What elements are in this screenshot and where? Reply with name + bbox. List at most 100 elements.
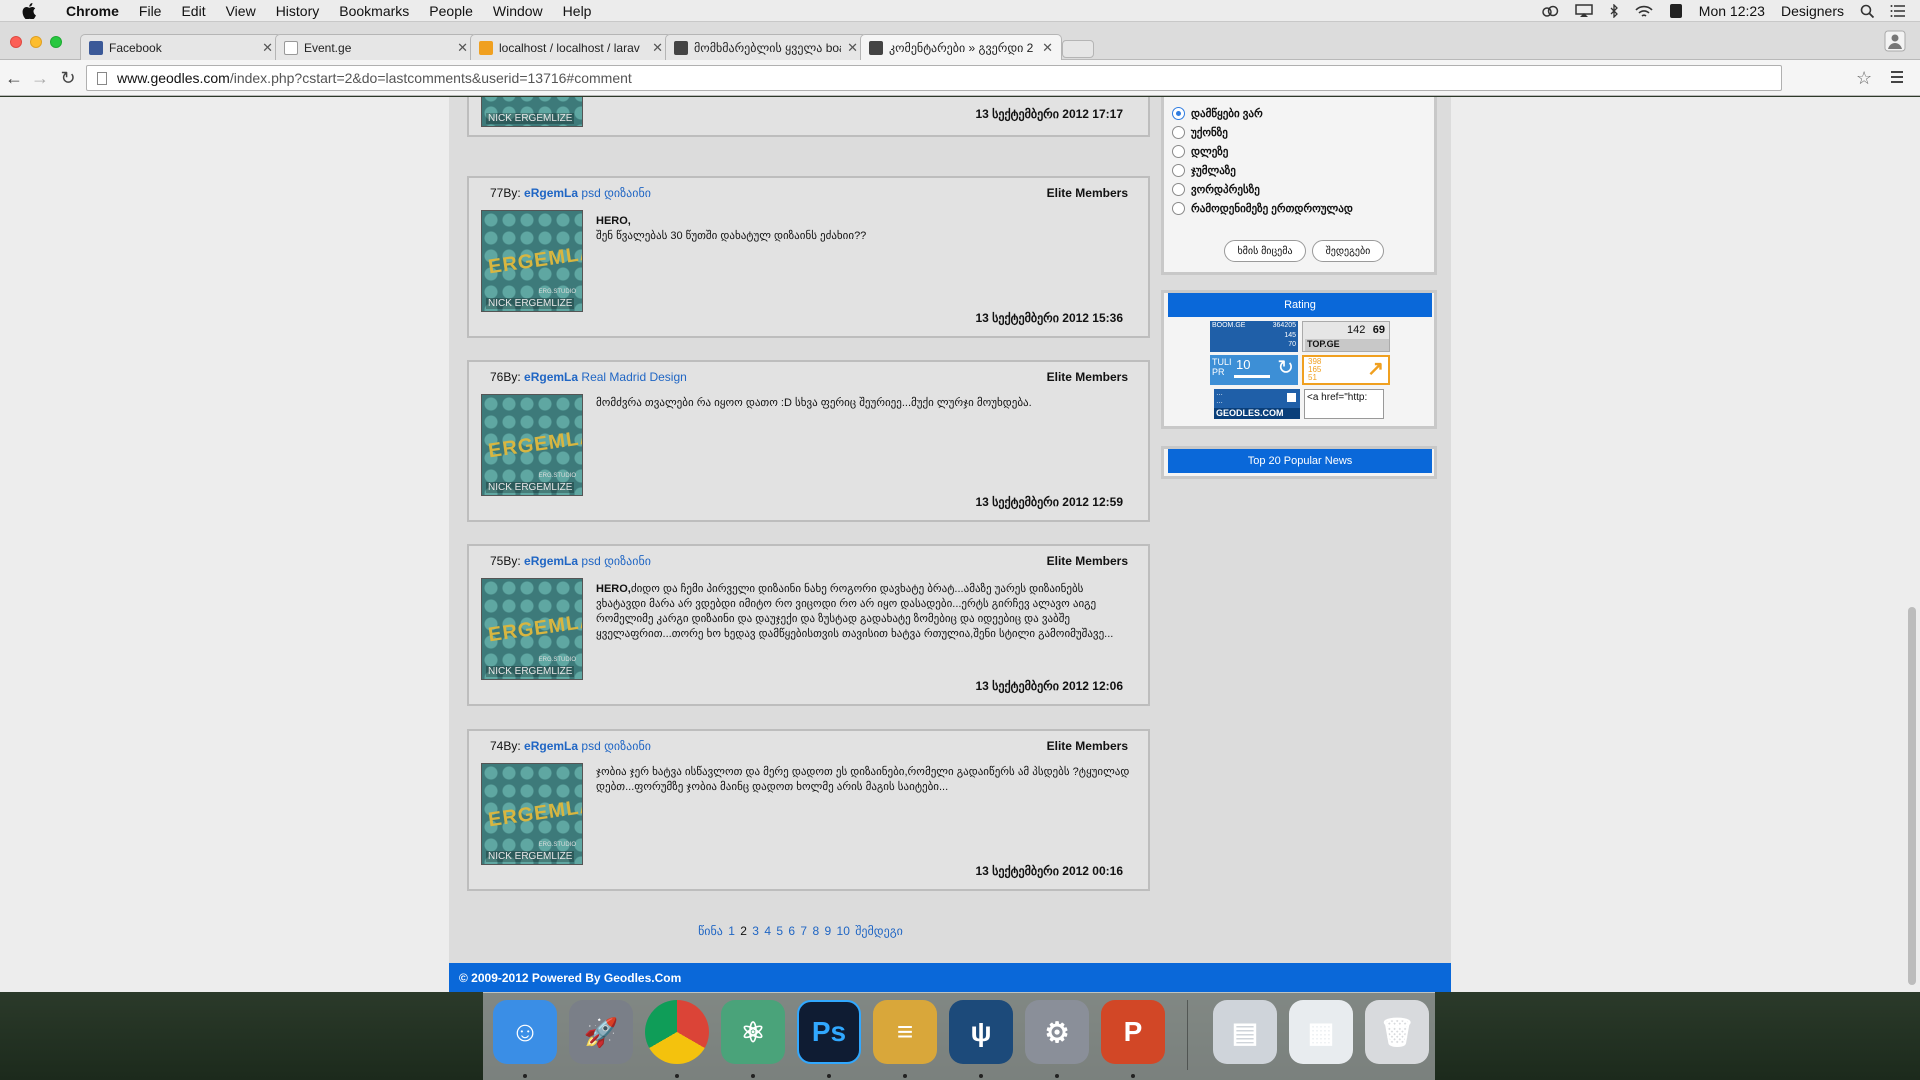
radio-button[interactable] <box>1172 145 1185 158</box>
tab-close-icon[interactable]: ✕ <box>652 40 663 56</box>
radio-button[interactable] <box>1172 126 1185 139</box>
vote-button[interactable]: ხმის მიცემა <box>1224 240 1306 262</box>
menu-view[interactable]: View <box>216 3 266 19</box>
avatar-name: NICK ERGEMLIZE <box>486 298 575 309</box>
powerpoint-dock-icon[interactable]: P <box>1101 1000 1165 1064</box>
spotlight-icon[interactable] <box>1852 4 1882 18</box>
photoshop-dock-icon[interactable]: Ps <box>797 1000 861 1064</box>
apple-icon[interactable] <box>20 2 38 20</box>
minimize-window-button[interactable] <box>30 36 42 48</box>
pager-page-link[interactable]: 5 <box>776 924 783 938</box>
address-bar[interactable]: www.geodles.com/index.php?cstart=2&do=la… <box>86 65 1782 91</box>
clock[interactable]: Mon 12:23 <box>1691 3 1773 19</box>
popular-news-header[interactable]: Top 20 Popular News <box>1168 449 1432 473</box>
maximize-window-button[interactable] <box>50 36 62 48</box>
comment-topic-link[interactable]: psd დიზაინი <box>581 554 651 568</box>
user-name[interactable]: Designers <box>1773 3 1852 19</box>
tab-close-icon[interactable]: ✕ <box>1042 40 1053 56</box>
top-ge-badge[interactable]: 142 69 TOP.GE <box>1302 321 1390 352</box>
avatar: ERGEMLA ERG.STUDIO NICK ERGEMLIZE <box>481 210 583 312</box>
creative-cloud-icon[interactable] <box>1533 5 1567 17</box>
launchpad-dock-icon[interactable]: 🚀 <box>569 1000 633 1064</box>
tab-comments[interactable]: კომენტარები » გვერდი 2 ✕ <box>860 34 1062 61</box>
poll-option[interactable]: დლეზე <box>1164 142 1434 161</box>
chrome-menu-icon[interactable] <box>1890 70 1904 84</box>
tab-close-icon[interactable]: ✕ <box>457 40 468 56</box>
pager-prev-link[interactable]: წინა <box>698 924 723 938</box>
menu-history[interactable]: History <box>266 3 330 19</box>
poll-option[interactable]: დამწყები ვარ <box>1164 104 1434 123</box>
comment-author-link[interactable]: eRgemLa <box>524 739 578 753</box>
pager-page-link[interactable]: 10 <box>837 924 850 938</box>
battery-icon[interactable] <box>1661 3 1691 19</box>
comment-topic-link[interactable]: psd დიზაინი <box>581 186 651 200</box>
comment-topic-link[interactable]: Real Madrid Design <box>581 370 686 384</box>
finder-dock-icon[interactable]: ☺ <box>493 1000 557 1064</box>
profile-icon[interactable] <box>1884 30 1906 52</box>
member-role: Elite Members <box>1046 554 1128 568</box>
menu-file[interactable]: File <box>129 3 172 19</box>
radio-button[interactable] <box>1172 164 1185 177</box>
comment-author-link[interactable]: eRgemLa <box>524 554 578 568</box>
tab-facebook[interactable]: Facebook ✕ <box>80 34 282 60</box>
tab-localhost[interactable]: localhost / localhost / larav ✕ <box>470 34 672 60</box>
radio-button[interactable] <box>1172 107 1185 120</box>
poll-option[interactable]: ვორდპრესზე <box>1164 180 1434 199</box>
menu-app-name[interactable]: Chrome <box>52 3 129 19</box>
archive-dock-icon[interactable]: ▤ <box>1213 1000 1277 1064</box>
chrome-dock-icon[interactable] <box>645 1000 709 1064</box>
pager-page-link[interactable]: 4 <box>764 924 771 938</box>
poll-option-label: დამწყები ვარ <box>1191 108 1263 120</box>
avatar-name: NICK ERGEMLIZE <box>486 666 575 677</box>
poll-option[interactable]: უქონზე <box>1164 123 1434 142</box>
notification-center-icon[interactable] <box>1882 5 1920 17</box>
system-preferences-dock-icon[interactable]: ⚙ <box>1025 1000 1089 1064</box>
boom-ge-badge[interactable]: BOOM.GE 364205 145 70 <box>1210 321 1298 352</box>
pager-page-link[interactable]: 3 <box>752 924 759 938</box>
tab-close-icon[interactable]: ✕ <box>847 40 858 56</box>
menu-people[interactable]: People <box>419 3 483 19</box>
radio-button[interactable] <box>1172 183 1185 196</box>
bookmark-star-icon[interactable]: ☆ <box>1856 68 1872 89</box>
menu-edit[interactable]: Edit <box>171 3 215 19</box>
counter-badge[interactable]: 398 165 51 ↗ <box>1302 355 1390 385</box>
tab-event-ge[interactable]: Event.ge ✕ <box>275 34 477 60</box>
menu-bookmarks[interactable]: Bookmarks <box>329 3 419 19</box>
poll-option[interactable]: ჯუმლაზე <box>1164 161 1434 180</box>
comment-topic-link[interactable]: psd დიზაინი <box>581 739 651 753</box>
forward-icon[interactable]: → <box>30 68 50 88</box>
comment-author-link[interactable]: eRgemLa <box>524 370 578 384</box>
tab-title: Facebook <box>109 40 162 55</box>
pager-page-link[interactable]: 7 <box>800 924 807 938</box>
back-icon[interactable]: ← <box>4 68 24 88</box>
tuli-pr-badge[interactable]: TULI PR 10 ↻ <box>1210 355 1298 385</box>
reload-icon[interactable]: ↻ <box>58 68 78 88</box>
trash-dock-icon[interactable]: 🗑 <box>1365 1000 1429 1064</box>
preview-dock-icon[interactable]: ▦ <box>1289 1000 1353 1064</box>
pager-page-link[interactable]: 6 <box>788 924 795 938</box>
tuli-pr-name: TULI PR <box>1212 357 1232 377</box>
new-tab-button[interactable] <box>1062 40 1094 58</box>
pager-page-link[interactable]: 9 <box>824 924 831 938</box>
pager-page-link[interactable]: 1 <box>728 924 735 938</box>
comment-author-link[interactable]: eRgemLa <box>524 186 578 200</box>
bluetooth-icon[interactable] <box>1601 4 1627 18</box>
tab-close-icon[interactable]: ✕ <box>262 40 273 56</box>
results-button[interactable]: შედეგები <box>1312 240 1384 262</box>
menu-help[interactable]: Help <box>553 3 602 19</box>
pager-page-link[interactable]: 8 <box>812 924 819 938</box>
wifi-icon[interactable] <box>1627 5 1661 18</box>
tab-user-boards[interactable]: მომხმარებლის ყველა boa ✕ <box>665 34 867 60</box>
poll-option[interactable]: რამოდენიმეზე ერთდროულად <box>1164 199 1434 218</box>
close-window-button[interactable] <box>10 36 22 48</box>
geodles-badge[interactable]: … … GEODLES.COM <box>1214 389 1300 419</box>
radio-button[interactable] <box>1172 202 1185 215</box>
badge-code-textarea[interactable]: <a href="http: <box>1304 389 1384 419</box>
menu-window[interactable]: Window <box>483 3 553 19</box>
sourcetree-dock-icon[interactable]: ψ <box>949 1000 1013 1064</box>
atom-dock-icon[interactable]: ⚛ <box>721 1000 785 1064</box>
sequel-pro-dock-icon[interactable]: ≡ <box>873 1000 937 1064</box>
page-scrollbar[interactable] <box>1908 607 1916 985</box>
airplay-icon[interactable] <box>1567 4 1601 18</box>
pager-next-link[interactable]: შემდეგი <box>855 924 903 938</box>
